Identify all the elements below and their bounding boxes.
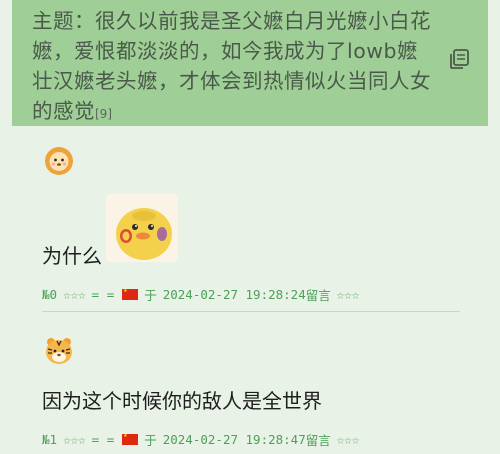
post-divider [42, 311, 460, 312]
reply-stars[interactable]: ☆☆☆ [337, 287, 360, 302]
reply-stars[interactable]: ☆☆☆ [337, 432, 360, 447]
rating-stars[interactable]: ☆☆☆ [63, 287, 86, 302]
post-1-text: 因为这个时候你的敌人是全世界 [42, 389, 322, 413]
duck-sticker [106, 194, 178, 262]
topic-title: 主题：很久以前我是圣父嬷白月光嬷小白花嬷，爱恨都淡淡的，如今我成为了lowb嬷壮… [32, 9, 431, 123]
preposition: 于 [144, 432, 157, 448]
china-flag-icon [122, 286, 139, 300]
copy-icon[interactable] [448, 48, 470, 70]
china-flag-icon [122, 431, 139, 445]
post-datetime: 2024-02-27 19:28:47 [162, 431, 306, 447]
equals-mark: = = [91, 286, 115, 302]
reply-link[interactable]: 留言 [306, 430, 331, 449]
equals-mark: = = [91, 431, 115, 447]
post-0-meta: №0 ☆☆☆ = = 于 2024-02-27 19:28:24 留言 ☆☆☆ [42, 285, 359, 303]
rating-stars[interactable]: ☆☆☆ [63, 432, 86, 447]
topic-banner: 主题：很久以前我是圣父嬷白月光嬷小白花嬷，爱恨都淡淡的，如今我成为了lowb嬷壮… [12, 0, 488, 126]
lion-avatar-icon[interactable] [44, 146, 74, 176]
tiger-avatar-icon[interactable] [44, 336, 74, 366]
reply-link[interactable]: 留言 [306, 285, 331, 304]
post-1-meta: №1 ☆☆☆ = = 于 2024-02-27 19:28:47 留言 ☆☆☆ [42, 430, 359, 448]
post-number: №0 [42, 286, 58, 302]
post-datetime: 2024-02-27 19:28:24 [162, 286, 306, 302]
post-0-text: 为什么 [42, 244, 102, 268]
post-number: №1 [42, 431, 58, 447]
reply-count[interactable]: [9] [95, 107, 112, 121]
preposition: 于 [144, 287, 157, 303]
